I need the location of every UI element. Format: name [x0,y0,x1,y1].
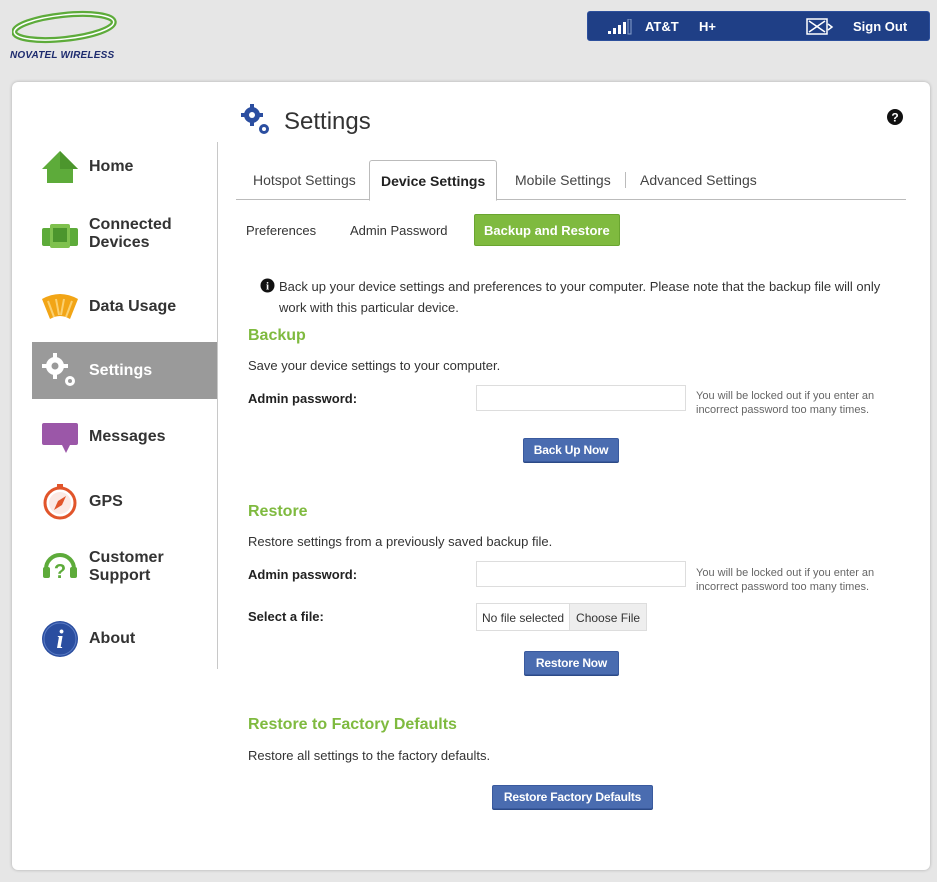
page-title: Settings [284,108,371,135]
restore-description: Restore settings from a previously saved… [248,534,553,549]
sidebar-item-label: Connected Devices [89,216,172,251]
file-status: No file selected [477,604,570,630]
sidebar-item-messages[interactable]: Messages [32,412,218,462]
help-icon[interactable]: ? [886,108,904,126]
messages-envelope-icon[interactable] [806,18,834,36]
sidebar-item-settings[interactable]: Settings [32,342,218,399]
logo-swoosh-icon [12,10,117,44]
restore-factory-defaults-button[interactable]: Restore Factory Defaults [492,785,653,809]
file-picker[interactable]: No file selected Choose File [476,603,648,631]
subtab-preferences[interactable]: Preferences [246,223,316,238]
restore-password-hint: You will be locked out if you enter an i… [696,567,875,593]
sign-out-link[interactable]: Sign Out [853,19,907,34]
connected-devices-icon [40,214,80,254]
settings-gear-icon [241,104,269,134]
svg-text:?: ? [54,561,66,583]
back-up-now-button[interactable]: Back Up Now [523,438,619,462]
svg-text:?: ? [891,111,898,125]
gear-icon [40,351,80,391]
subtab-admin-password[interactable]: Admin Password [350,223,448,238]
sidebar-item-data-usage[interactable]: Data Usage [32,282,218,332]
tab-device-settings[interactable]: Device Settings [369,160,498,201]
info-circle-icon: i [40,619,80,659]
network-type: H+ [699,19,716,34]
sidebar-item-label: Data Usage [89,298,177,315]
backup-password-hint: You will be locked out if you enter an i… [696,390,875,416]
tab-hotspot-settings[interactable]: Hotspot Settings [253,172,356,188]
choose-file-button[interactable]: Choose File [569,604,647,630]
sidebar-item-connected-devices[interactable]: Connected Devices [32,209,218,259]
sidebar-item-label: GPS [89,493,123,510]
status-bar: AT&T H+ Sign Out [587,11,930,41]
compass-icon [40,482,80,522]
sidebar-item-home[interactable]: Home [32,142,218,192]
tab-separator [625,172,626,188]
restore-password-label: Admin password: [248,567,358,582]
factory-defaults-heading: Restore to Factory Defaults [248,716,457,733]
support-icon: ? [40,547,80,587]
svg-text:i: i [266,281,269,293]
content-area: Settings ? Hotspot Settings Device Setti… [236,82,916,870]
restore-password-input[interactable] [476,561,686,587]
data-usage-icon [40,287,80,327]
carrier-name: AT&T [645,19,679,34]
info-icon: i [260,278,275,293]
info-message: Back up your device settings and prefere… [279,279,881,315]
backup-heading: Backup [248,327,306,344]
factory-defaults-description: Restore all settings to the factory defa… [248,748,491,763]
restore-heading: Restore [248,503,308,520]
message-bubble-icon [40,417,80,457]
brand-name: NOVATEL WIRELESS [10,50,115,61]
restore-now-button[interactable]: Restore Now [524,651,619,675]
sidebar-item-label: Customer Support [89,549,164,584]
sidebar-item-label: Home [89,158,134,175]
backup-password-input[interactable] [476,385,686,411]
sidebar-item-customer-support[interactable]: ? Customer Support [32,542,218,592]
sidebar-item-label: About [89,630,136,647]
main-panel: Home Connected Devices Data Usage Settin… [12,82,930,870]
backup-password-label: Admin password: [248,391,358,406]
tab-advanced-settings[interactable]: Advanced Settings [640,172,757,188]
backup-description: Save your device settings to your comput… [248,358,501,373]
sidebar-item-label: Messages [89,428,166,445]
home-icon [40,147,80,187]
sidebar-item-gps[interactable]: GPS [32,477,218,527]
subtab-backup-and-restore[interactable]: Backup and Restore [474,214,620,246]
sidebar-item-label: Settings [89,361,153,379]
select-file-label: Select a file: [248,609,324,624]
tab-mobile-settings[interactable]: Mobile Settings [515,172,611,188]
settings-tabs: Hotspot Settings Device Settings Mobile … [236,160,906,201]
novatel-logo: NOVATEL WIRELESS [8,10,128,64]
sidebar-item-about[interactable]: i About [32,614,218,664]
svg-text:i: i [56,625,64,654]
signal-strength-icon [608,19,632,35]
sidebar-divider [217,142,218,669]
